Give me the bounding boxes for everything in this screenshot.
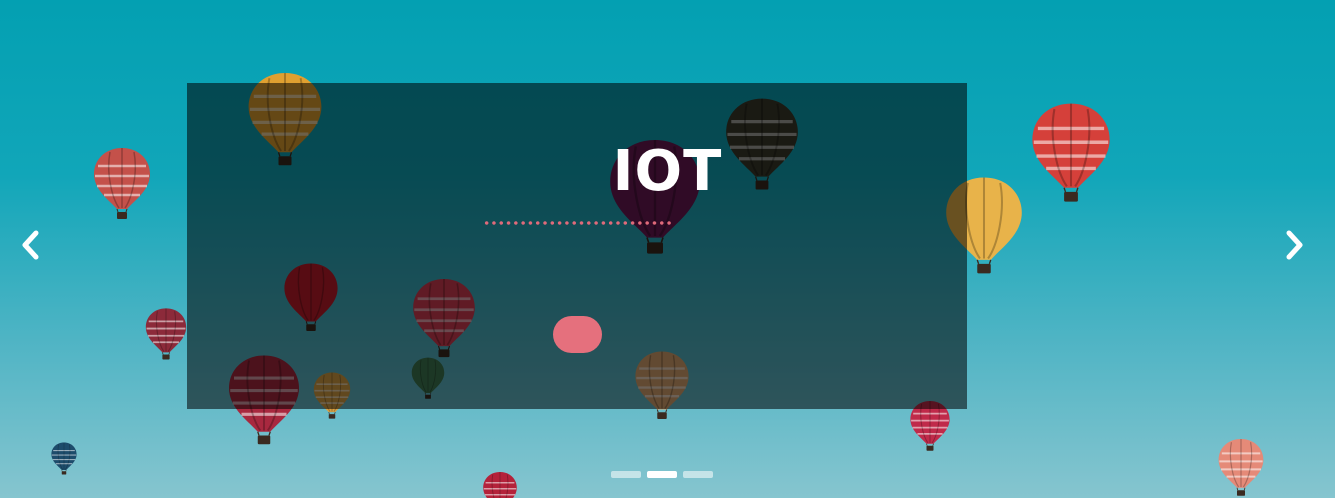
dotted-divider xyxy=(483,221,671,225)
chevron-left-icon xyxy=(22,230,39,260)
slide-indicator-3[interactable] xyxy=(683,471,713,478)
slide-cta-button[interactable] xyxy=(553,316,602,353)
hero-slider: IOT xyxy=(0,0,1335,498)
slide-title: IOT xyxy=(612,139,723,204)
caption-overlay xyxy=(187,83,967,409)
slide-indicator-2[interactable] xyxy=(647,471,677,478)
next-slide-button[interactable] xyxy=(1279,228,1309,262)
slide-indicator-1[interactable] xyxy=(611,471,641,478)
chevron-right-icon xyxy=(1286,230,1303,260)
previous-slide-button[interactable] xyxy=(16,228,46,262)
